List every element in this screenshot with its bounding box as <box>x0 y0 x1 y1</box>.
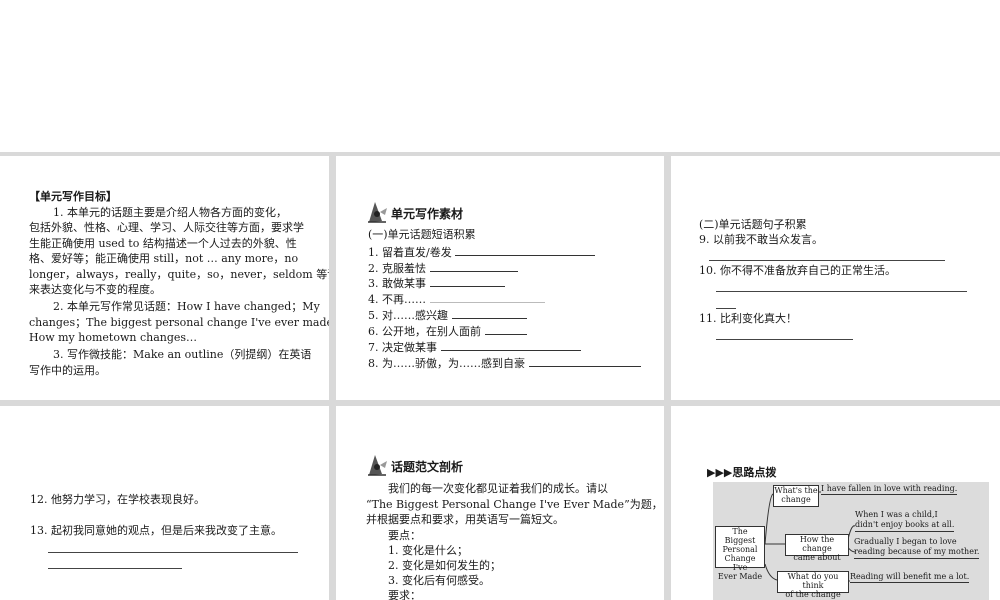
goals-line: 来表达变化与不变的程度。 <box>29 283 161 296</box>
section-title: 话题范文剖析 <box>391 460 464 474</box>
phrase-item: 1. 留着直发/卷发 <box>368 244 596 261</box>
answer-line <box>716 308 736 309</box>
slide-writing-material[interactable]: 单元写作素材 (一)单元话题短语积累 1. 留着直发/卷发 2. 克服羞怯 3.… <box>336 156 664 400</box>
essay-prompt-line: “The Biggest Personal Change I've Ever M… <box>366 498 663 511</box>
sentence-subheading: (二)单元话题句子积累 <box>699 218 807 231</box>
slide-model-essay[interactable]: 话题范文剖析 我们的每一次变化都见证着我们的成长。请以 “The Biggest… <box>336 406 664 600</box>
answer-line <box>709 260 945 261</box>
sentence-item: 9. 以前我不敢当众发言。 <box>699 233 823 246</box>
section-title: 单元写作素材 <box>391 207 464 221</box>
goals-line: longer，always，really，quite，so，never，seld… <box>29 268 329 281</box>
sentence-item: 12. 他努力学习，在学校表现良好。 <box>30 493 205 506</box>
goals-line: 3. 写作微技能：Make an outline（列提纲）在英语 <box>53 348 312 361</box>
phrase-item: 3. 敢做某事 <box>368 275 505 292</box>
essay-point: 1. 变化是什么； <box>388 544 468 557</box>
wizard-icon <box>368 202 387 223</box>
phrase-subheading: (一)单元话题短语积累 <box>368 228 476 241</box>
sentence-item: 10. 你不得不准备放弃自己的正常生活。 <box>699 264 896 277</box>
sentence-item: 11. 比利变化真大！ <box>699 312 797 325</box>
goals-line: 生能正确使用 used to 结构描述一个人过去的外貌、性 <box>29 237 297 250</box>
mindmap-leaf: Gradually I began to love reading because… <box>854 537 980 559</box>
mindmap-center-node: The Biggest Personal Change I've Ever Ma… <box>715 526 765 581</box>
goals-line: 2. 本单元写作常见话题：How I have changed；My <box>53 300 320 313</box>
answer-line <box>716 339 853 340</box>
mindmap-branch-node: What do you think of the change <box>777 571 849 599</box>
slide-mind-map[interactable]: ▶▶▶思路点拨 The Biggest Personal Change I've… <box>671 406 1000 600</box>
sentence-item: 13. 起初我同意她的观点，但是后来我改变了主意。 <box>30 524 282 537</box>
mindmap-leaf: When I was a child,I didn't enjoy books a… <box>855 510 955 532</box>
essay-point: 2. 变化是如何发生的； <box>388 559 501 572</box>
answer-line <box>716 291 967 292</box>
goals-line: changes；The biggest personal change I've… <box>29 316 329 329</box>
goals-line: How my hometown changes… <box>29 331 198 344</box>
wizard-icon <box>368 455 387 476</box>
slide-writing-goals[interactable]: 【单元写作目标】 1. 本单元的话题主要是介绍人物各方面的变化， 包括外貌、性格… <box>0 156 329 400</box>
goals-line: 写作中的运用。 <box>29 364 106 377</box>
essay-prompt-line: 要求： <box>388 589 421 600</box>
mindmap-branch-node: How the change came about <box>785 534 849 562</box>
answer-line <box>48 568 182 569</box>
essay-prompt-line: 我们的每一次变化都见证着我们的成长。请以 <box>388 482 608 495</box>
answer-line <box>48 552 298 553</box>
phrase-item: 7. 决定做某事 <box>368 339 581 356</box>
mindmap-leaf: I have fallen in love with reading. <box>821 484 958 495</box>
phrase-item: 5. 对……感兴趣 <box>368 307 527 324</box>
essay-point: 3. 变化后有何感受。 <box>388 574 490 587</box>
phrase-item: 8. 为……骄傲，为……感到自豪 <box>368 355 641 372</box>
top-blank-area <box>0 0 1000 152</box>
phrase-item: 6. 公开地，在别人面前 <box>368 323 527 340</box>
mindmap-leaf: Reading will benefit me a lot. <box>850 572 970 583</box>
essay-prompt-line: 并根据要点和要求，用英语写一篇短文。 <box>366 513 564 526</box>
goals-line: 1. 本单元的话题主要是介绍人物各方面的变化， <box>53 206 287 219</box>
phrase-item: 4. 不再…… <box>368 291 545 308</box>
goals-line: 格、爱好等；能正确使用 still，not … any more，no <box>29 252 299 265</box>
goals-line: 包括外貌、性格、心理、学习、人际交往等方面，要求学 <box>29 221 304 234</box>
mindmap-branch-node: What's the change <box>773 485 819 507</box>
essay-prompt-line: 要点： <box>388 529 421 542</box>
goals-heading: 【单元写作目标】 <box>29 190 117 203</box>
slide-sentence-bank-continued[interactable]: 12. 他努力学习，在学校表现良好。 13. 起初我同意她的观点，但是后来我改变… <box>0 406 329 600</box>
slide-sentence-bank[interactable]: (二)单元话题句子积累 9. 以前我不敢当众发言。 10. 你不得不准备放弃自己… <box>671 156 1000 400</box>
